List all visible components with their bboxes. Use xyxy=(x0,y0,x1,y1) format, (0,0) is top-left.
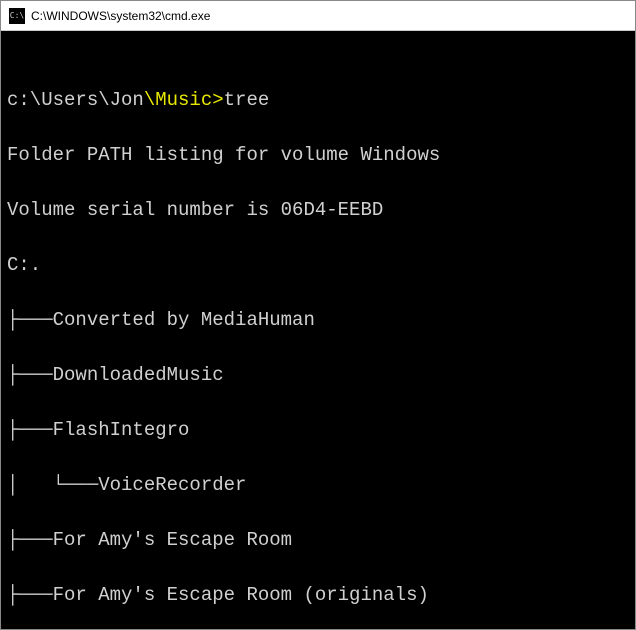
prompt-path: c:\Users\Jon xyxy=(7,89,144,111)
prompt-line: c:\Users\Jon\Music>tree xyxy=(7,87,629,115)
output-serial: Volume serial number is 06D4-EEBD xyxy=(7,197,629,225)
tree-line: │ └───VoiceRecorder xyxy=(7,472,629,500)
tree-line: ├───For Amy's Escape Room (originals) xyxy=(7,582,629,610)
prompt-highlight: \Music> xyxy=(144,89,224,111)
window-title: C:\WINDOWS\system32\cmd.exe xyxy=(31,9,210,23)
cmd-icon: C:\ xyxy=(9,8,25,24)
tree-root: C:. xyxy=(7,252,629,280)
output-heading: Folder PATH listing for volume Windows xyxy=(7,142,629,170)
tree-line: ├───FlashIntegro xyxy=(7,417,629,445)
tree-line: ├───DownloadedMusic xyxy=(7,362,629,390)
prompt-command: tree xyxy=(224,89,270,111)
cmd-window: C:\ C:\WINDOWS\system32\cmd.exe c:\Users… xyxy=(0,0,636,630)
tree-line: ├───Converted by MediaHuman xyxy=(7,307,629,335)
terminal-output[interactable]: c:\Users\Jon\Music>tree Folder PATH list… xyxy=(1,31,635,629)
tree-line: ├───For Amy's Escape Room xyxy=(7,527,629,555)
titlebar[interactable]: C:\ C:\WINDOWS\system32\cmd.exe xyxy=(1,1,635,31)
